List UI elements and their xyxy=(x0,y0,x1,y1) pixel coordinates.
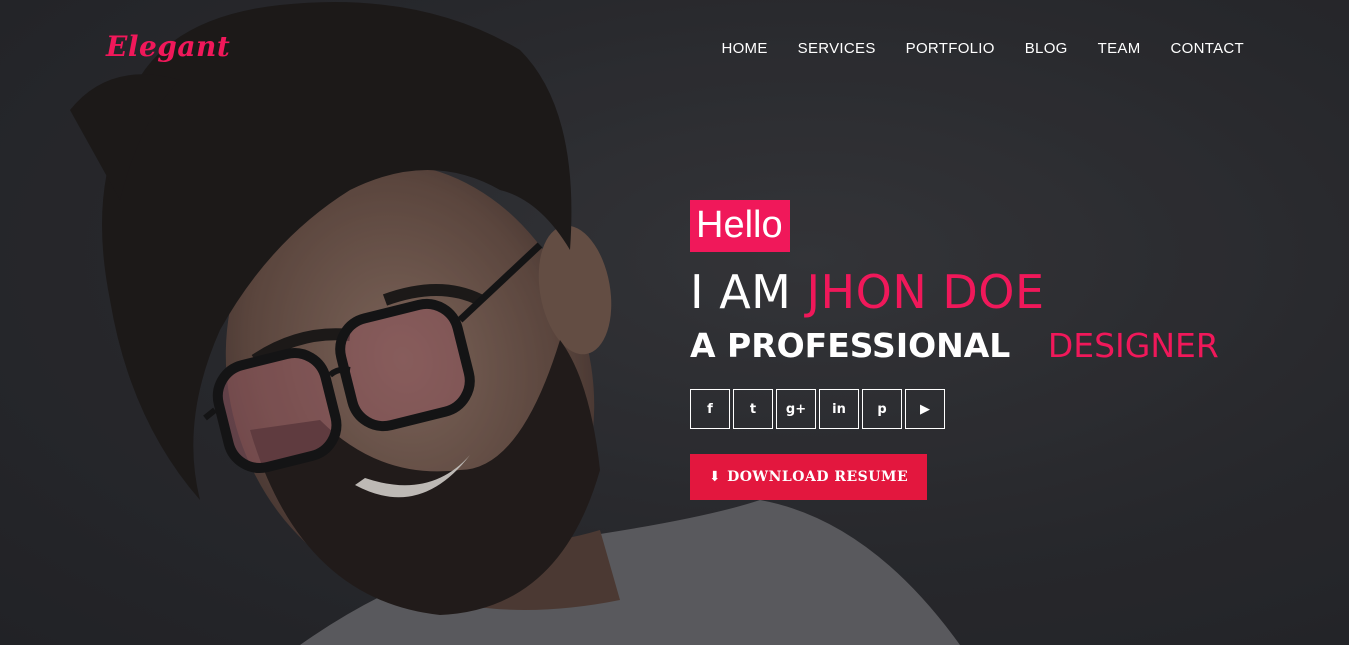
download-resume-button[interactable]: ⬇ DOWNLOAD RESUME xyxy=(690,454,927,500)
youtube-icon[interactable]: ▶ xyxy=(905,389,945,429)
nav-item-home[interactable]: HOME xyxy=(721,40,767,57)
greeting-badge: Hello xyxy=(690,200,790,252)
download-label: DOWNLOAD RESUME xyxy=(727,469,909,485)
pinterest-icon[interactable]: p xyxy=(862,389,902,429)
hero-content: Hello I AM JHON DOE A PROFESSIONAL DESIG… xyxy=(690,200,1219,500)
social-links: f t g+ in p ▶ xyxy=(690,389,1219,429)
nav-item-portfolio[interactable]: PORTFOLIO xyxy=(906,40,995,57)
facebook-icon[interactable]: f xyxy=(690,389,730,429)
brand-logo[interactable]: Elegant xyxy=(106,30,230,63)
role-heading: A PROFESSIONAL DESIGNER xyxy=(690,326,1219,366)
intro-prefix: I AM xyxy=(690,265,792,319)
nav-item-team[interactable]: TEAM xyxy=(1098,40,1141,57)
nav-item-services[interactable]: SERVICES xyxy=(798,40,876,57)
download-icon: ⬇ xyxy=(708,469,722,485)
intro-heading: I AM JHON DOE xyxy=(690,266,1219,318)
person-name: JHON DOE xyxy=(806,265,1045,319)
role-title: DESIGNER xyxy=(1047,326,1219,365)
nav-item-blog[interactable]: BLOG xyxy=(1025,40,1068,57)
main-nav: HOME SERVICES PORTFOLIO BLOG TEAM CONTAC… xyxy=(721,40,1244,57)
linkedin-icon[interactable]: in xyxy=(819,389,859,429)
nav-item-contact[interactable]: CONTACT xyxy=(1171,40,1244,57)
role-prefix: A PROFESSIONAL xyxy=(690,326,1011,365)
twitter-icon[interactable]: t xyxy=(733,389,773,429)
google-plus-icon[interactable]: g+ xyxy=(776,389,816,429)
hero-section: Elegant HOME SERVICES PORTFOLIO BLOG TEA… xyxy=(0,0,1349,645)
